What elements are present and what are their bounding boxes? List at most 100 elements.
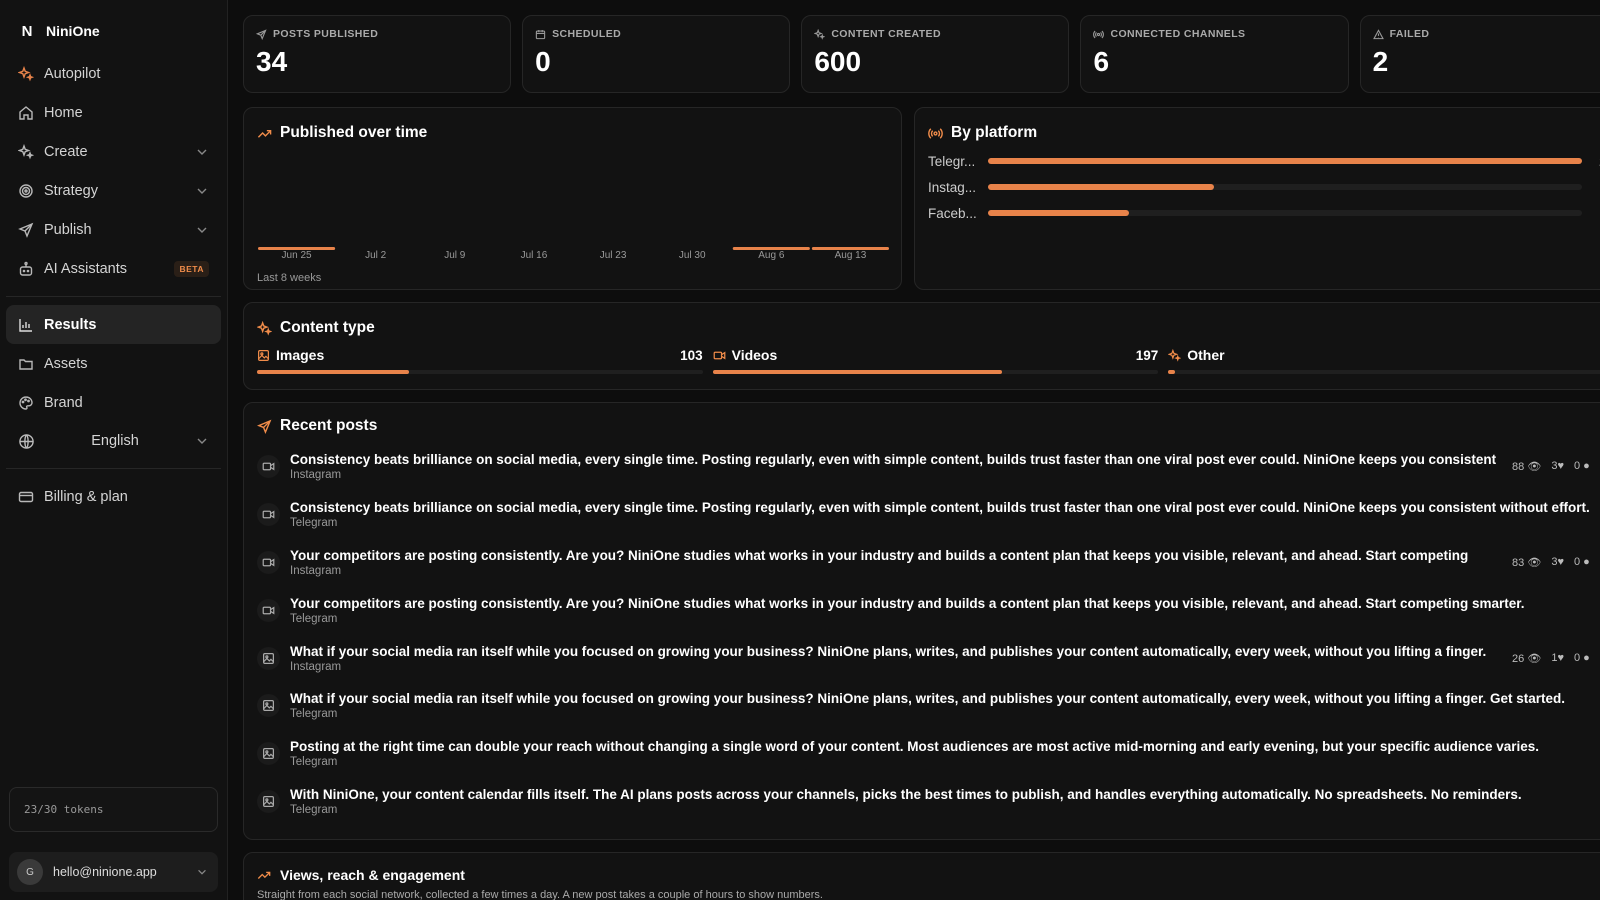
post-row[interactable]: Posting at the right time can double you… [257,730,1600,778]
post-platform: Telegram [290,708,338,721]
video-icon [257,550,280,574]
comments-count: 0 ● [1574,652,1590,665]
post-row[interactable]: Your competitors are posting consistentl… [257,586,1600,634]
chevron-down-icon [195,223,209,237]
content-type-images: Images 103 [257,347,703,374]
stat-value: 2 [1372,46,1389,77]
sidebar-item-home[interactable]: Home [6,93,221,132]
stat-label: POSTS PUBLISHED [273,28,379,40]
video-icon [257,598,280,622]
post-body: Your competitors are posting consistentl… [290,596,1590,625]
trending-up-icon [257,868,272,883]
sidebar-item-publish[interactable]: Publish [6,210,221,249]
calendar-icon [535,29,546,40]
views-reach-panel: Views, reach & engagement Straight from … [243,852,1600,900]
content-type-count: 103 [680,347,703,363]
comment-icon: ● [1583,460,1590,473]
post-row[interactable]: Your competitors are posting consistentl… [257,539,1600,587]
platform-count: 8 [1594,180,1600,195]
likes-count: 3♥ [1551,556,1564,569]
post-body: Your competitors are posting consistentl… [290,548,1502,577]
recent-posts-panel: Recent posts Consistency beats brillianc… [243,402,1600,840]
content-type-bar-fill [257,370,409,374]
account-menu[interactable]: G hello@ninione.app [9,852,218,892]
charts-row: Published over time Jun 25 Jul 2 Jul 9 Jul … [243,107,1600,290]
comment-icon: ● [1583,651,1590,664]
sidebar-item-ai-assistants[interactable]: AI Assistants BETA [6,249,221,288]
post-platform: Telegram [290,517,338,530]
sparkle-icon [814,28,826,40]
folder-icon [18,356,34,372]
content-type-bar-track [712,370,1159,374]
post-text: With NiniOne, your content calendar fill… [290,786,1522,802]
stat-value: 34 [256,46,288,77]
panel-title: Published over time [280,124,428,141]
recent-posts-list: Consistency beats brilliance on social m… [257,443,1600,825]
chevron-down-icon [195,184,209,198]
heart-icon: ♥ [1557,651,1564,664]
comments-value: 0 [1573,555,1581,568]
image-icon [257,349,270,362]
by-platform-panel: By platform Telegr... 21 Instag... 8 Fac… [914,107,1600,290]
language-selector[interactable]: English [6,422,221,460]
send-icon [18,222,34,238]
sidebar-item-strategy[interactable]: Strategy [6,171,221,210]
eye-icon: 👁 [1527,461,1542,474]
comments-value: 0 [1573,651,1581,664]
platform-row-telegram: Telegr... 21 [928,148,1600,174]
panel-title: By platform [951,124,1038,141]
trending-up-icon [257,126,272,141]
send-icon [256,28,267,40]
platform-count: 21 [1594,154,1600,169]
comments-count: 0 ● [1574,556,1590,569]
sidebar-item-label: AI Assistants [44,260,128,277]
chart-x-tick: Aug 13 [834,250,867,261]
post-row[interactable]: Consistency beats brilliance on social m… [257,491,1600,539]
image-icon [257,789,280,813]
broadcast-icon [928,126,943,141]
post-platform: Telegram [290,756,338,769]
eye-icon: 👁 [1527,556,1542,569]
post-metrics: 83 👁 3♥ 0 ● [1512,556,1590,569]
content-type-label: Images [276,347,325,363]
sidebar-item-brand[interactable]: Brand [6,383,221,422]
globe-icon [18,433,35,450]
post-body: With NiniOne, your content calendar fill… [290,787,1590,816]
post-row[interactable]: Consistency beats brilliance on social m… [257,443,1600,491]
sidebar-item-create[interactable]: Create [6,132,221,171]
post-row[interactable]: With NiniOne, your content calendar fill… [257,778,1600,826]
sidebar-item-autopilot[interactable]: Autopilot [6,54,221,93]
palette-icon [18,395,34,411]
sidebar-item-label: Assets [44,355,88,372]
post-text: Your competitors are posting consistentl… [290,595,1525,611]
chevron-down-icon [196,866,208,878]
post-body: Posting at the right time can double you… [290,739,1590,768]
sidebar-item-label: Billing & plan [44,488,128,505]
account-email: hello@ninione.app [53,865,157,879]
sidebar-item-label: Autopilot [44,65,101,82]
views-value: 88 [1512,461,1525,474]
content-type-count: 197 [1135,347,1159,363]
stat-value: 600 [814,46,862,77]
published-over-time-panel: Published over time Jun 25 Jul 2 Jul 9 Jul … [243,107,902,290]
post-text: Posting at the right time can double you… [290,739,1539,755]
sidebar: N NiniOne Autopilot Home Create Strategy [0,0,228,900]
post-metrics: 88 👁 3♥ 0 ● [1512,460,1590,473]
post-text: Your competitors are posting consistentl… [290,547,1469,563]
post-text: What if your social media ran itself whi… [290,643,1487,659]
sidebar-item-results[interactable]: Results [6,305,221,344]
stats-row: POSTS PUBLISHED 34 SCHEDULED 0 CONTENT C… [243,15,1600,93]
panel-title: Content type [280,319,375,336]
content-type-label: Other [1187,347,1225,363]
language-label: English [91,433,139,449]
post-row[interactable]: What if your social media ran itself whi… [257,682,1600,730]
post-row[interactable]: What if your social media ran itself whi… [257,634,1600,682]
chart-x-tick: Jul 9 [444,250,466,261]
platform-row-facebook: Faceb... 5 [928,200,1600,226]
platform-row-instagram: Instag... 8 [928,174,1600,200]
stat-failed: FAILED 2 [1359,15,1600,93]
brand[interactable]: N NiniOne [0,0,227,46]
sidebar-item-assets[interactable]: Assets [6,344,221,383]
views-count: 83 👁 [1512,556,1541,569]
sidebar-item-billing[interactable]: Billing & plan [6,477,221,516]
